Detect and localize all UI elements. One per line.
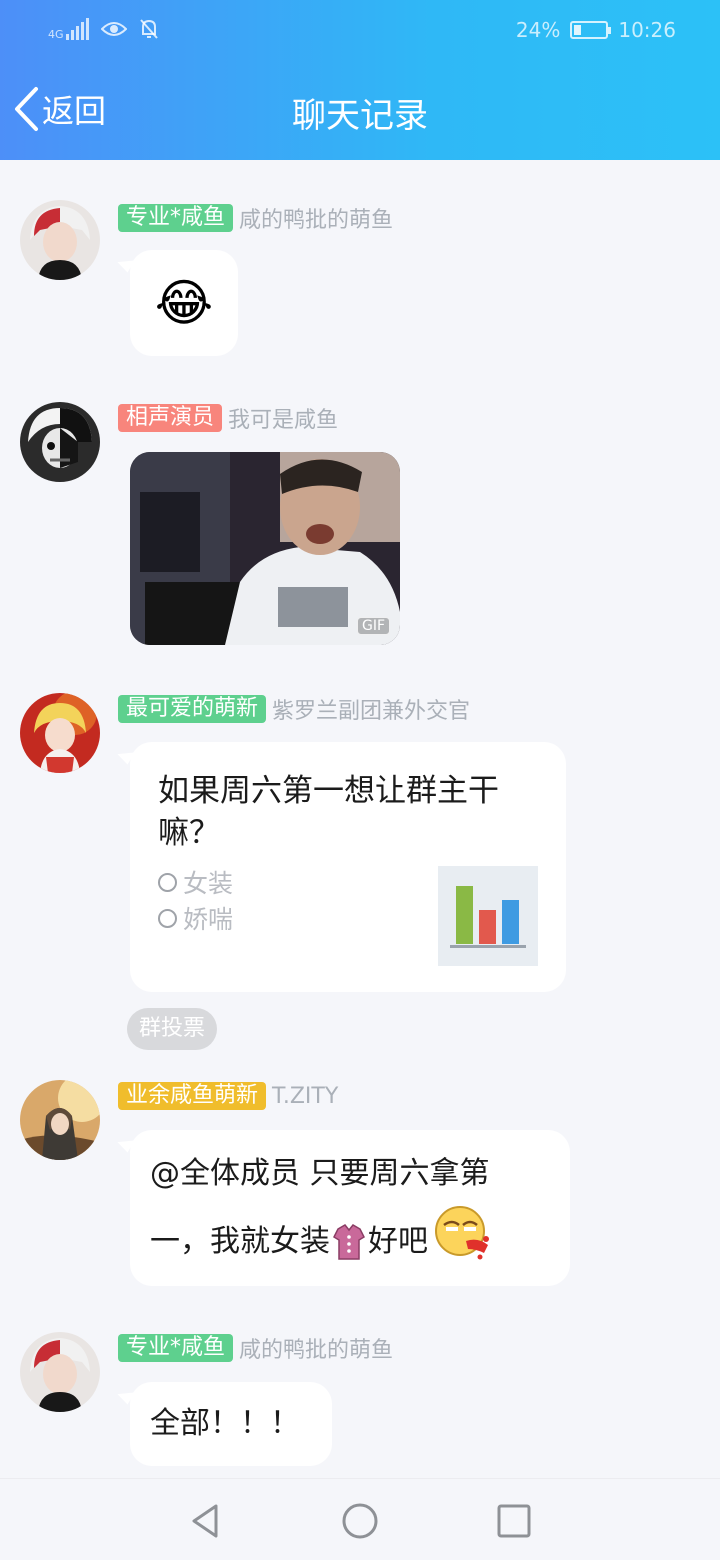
page-title: 聊天记录 <box>292 96 428 136</box>
poll-option[interactable]: 女装 <box>158 864 233 900</box>
sender-name[interactable]: 咸的鸭批的萌鱼 <box>239 202 393 234</box>
chat-message: 业余咸鱼萌新 T.ZITY @全体成员 只要周六拿第 一，我就女装 好吧 <box>0 1080 720 1300</box>
laughing-tears-emoji: 😂 <box>154 274 214 332</box>
circle-home-icon[interactable] <box>340 1501 380 1541</box>
member-title-badge: 专业*咸鱼 <box>118 204 234 232</box>
triangle-back-icon[interactable] <box>186 1501 226 1541</box>
poll-card[interactable]: 如果周六第一想让群主干嘛？ 女装 娇喘 <box>130 742 566 992</box>
message-meta: 专业*咸鱼 咸的鸭批的萌鱼 <box>118 1332 393 1364</box>
status-bar: 4G 24% 10:26 <box>0 14 720 48</box>
radio-icon <box>158 908 177 928</box>
message-meta: 业余咸鱼萌新 T.ZITY <box>118 1082 338 1110</box>
app-header: 4G 24% 10:26 返回 聊天记录 <box>0 0 720 160</box>
message-text-part: 一，我就女装 <box>150 1224 330 1259</box>
gif-label: GIF <box>356 617 390 635</box>
member-title-badge: 相声演员 <box>118 404 223 432</box>
bell-off-icon <box>139 19 158 39</box>
poll-question: 如果周六第一想让群主干嘛？ <box>158 773 499 851</box>
chat-message: 最可爱的萌新 紫罗兰副团兼外交官 如果周六第一想让群主干嘛？ 女装 娇喘 群投票 <box>0 690 720 1060</box>
radio-icon <box>158 872 177 892</box>
chat-message: 专业*咸鱼 咸的鸭批的萌鱼 全部！！！ <box>0 1330 720 1478</box>
poll-option-label: 女装 <box>183 869 234 898</box>
sender-name[interactable]: 紫罗兰副团兼外交官 <box>272 693 470 725</box>
sender-name[interactable]: T.ZITY <box>272 1084 338 1109</box>
spitting-blood-emoji-icon <box>435 1206 489 1260</box>
message-bubble[interactable]: 😂 <box>130 250 238 356</box>
poll-option[interactable]: 娇喘 <box>158 900 233 936</box>
sender-name[interactable]: 咸的鸭批的萌鱼 <box>239 1332 393 1364</box>
avatar[interactable] <box>20 1332 100 1412</box>
battery-icon <box>570 21 612 39</box>
battery-percent: 24% <box>515 18 561 42</box>
message-text-part: 好吧 <box>368 1224 428 1259</box>
message-meta: 相声演员 我可是咸鱼 <box>118 402 338 434</box>
clock: 10:26 <box>618 18 676 42</box>
poll-option-label: 娇喘 <box>183 905 234 934</box>
chat-message: 专业*咸鱼 咸的鸭批的萌鱼 😂 <box>0 200 720 370</box>
message-meta: 最可爱的萌新 紫罗兰副团兼外交官 <box>118 693 470 725</box>
message-text-line: @全体成员 只要周六拿第 <box>150 1156 490 1191</box>
chat-message: 相声演员 我可是咸鱼 GIF <box>0 400 720 650</box>
group-poll-tag: 群投票 <box>127 1008 217 1050</box>
dress-shirt-icon <box>333 1224 365 1260</box>
bar-chart-icon <box>438 866 538 966</box>
message-meta: 专业*咸鱼 咸的鸭批的萌鱼 <box>118 202 393 234</box>
message-bubble[interactable]: 全部！！！ <box>130 1382 332 1466</box>
eye-icon <box>100 22 127 36</box>
system-nav-bar <box>0 1478 720 1560</box>
gif-image[interactable]: GIF <box>130 452 400 645</box>
avatar[interactable] <box>20 402 100 482</box>
square-recent-icon[interactable] <box>494 1501 534 1541</box>
avatar[interactable] <box>20 693 100 773</box>
member-title-badge: 最可爱的萌新 <box>118 695 267 723</box>
avatar[interactable] <box>20 200 100 280</box>
network-icon: 4G <box>48 18 89 40</box>
member-title-badge: 专业*咸鱼 <box>118 1334 234 1362</box>
message-text: 全部！！！ <box>150 1406 300 1441</box>
avatar[interactable] <box>20 1080 100 1160</box>
message-bubble[interactable]: @全体成员 只要周六拿第 一，我就女装 好吧 <box>130 1130 570 1286</box>
message-text-line: 一，我就女装 好吧 <box>150 1206 492 1266</box>
member-title-badge: 业余咸鱼萌新 <box>118 1082 267 1110</box>
sender-name[interactable]: 我可是咸鱼 <box>228 402 338 434</box>
